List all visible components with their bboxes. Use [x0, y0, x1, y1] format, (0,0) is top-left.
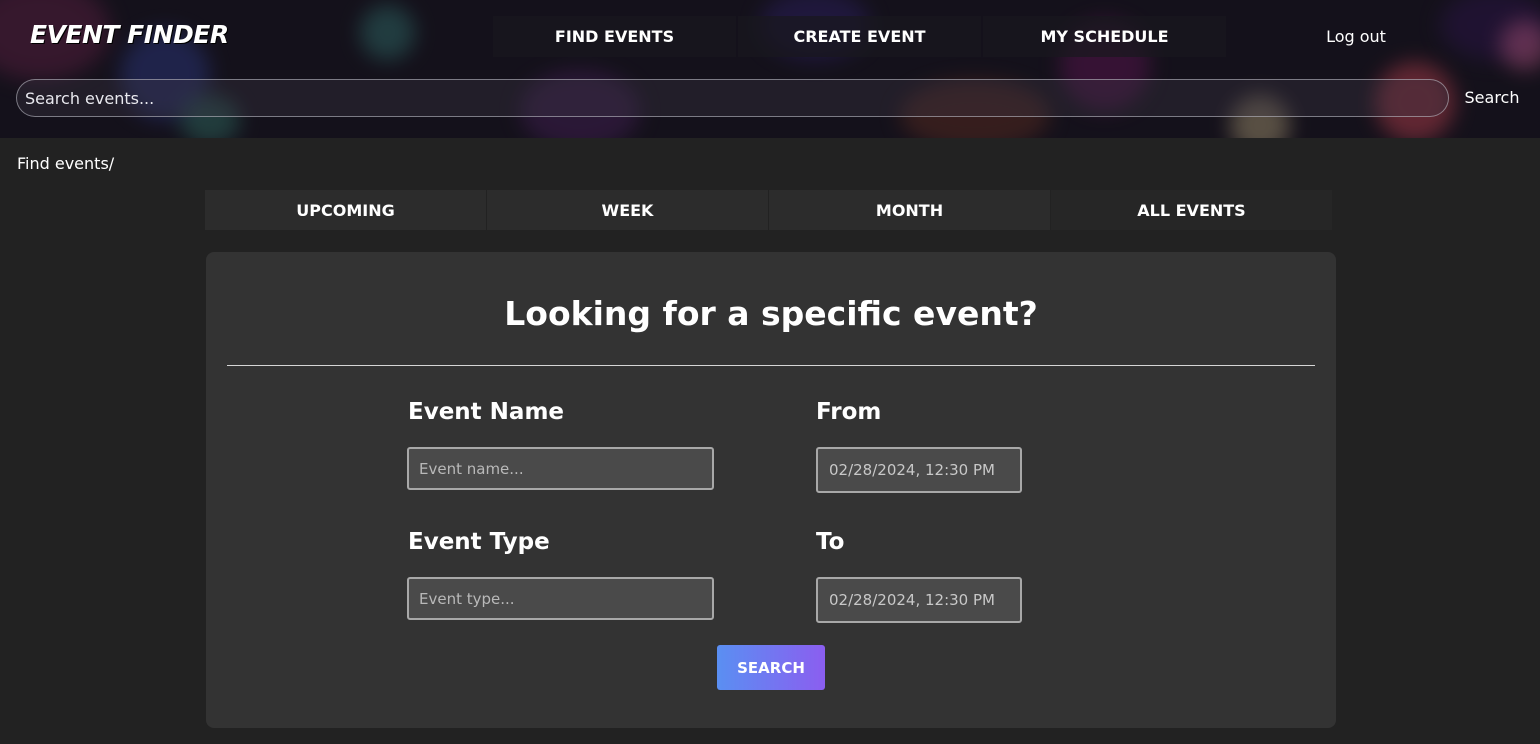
- nav-my-schedule[interactable]: MY SCHEDULE: [983, 16, 1226, 57]
- card-divider: [227, 365, 1315, 366]
- tab-upcoming[interactable]: UPCOMING: [205, 190, 486, 230]
- logo[interactable]: EVENT FINDER: [30, 20, 229, 49]
- event-type-label: Event Type: [408, 529, 550, 555]
- tab-all-events[interactable]: ALL EVENTS: [1051, 190, 1332, 230]
- card-title: Looking for a specific event?: [504, 294, 1038, 333]
- tab-week[interactable]: WEEK: [487, 190, 768, 230]
- from-datetime-field[interactable]: 02/28/2024, 12:30 PM: [816, 447, 1022, 493]
- search-card: Looking for a specific event? Event Name…: [206, 252, 1336, 728]
- to-label: To: [816, 529, 845, 555]
- nav-find-events[interactable]: FIND EVENTS: [493, 16, 736, 57]
- to-datetime-field[interactable]: 02/28/2024, 12:30 PM: [816, 577, 1022, 623]
- nav-create-event[interactable]: CREATE EVENT: [738, 16, 981, 57]
- tab-month[interactable]: MONTH: [769, 190, 1050, 230]
- event-type-field[interactable]: [407, 577, 714, 620]
- logout-link[interactable]: Log out: [1243, 16, 1469, 57]
- main-nav: FIND EVENTS CREATE EVENT MY SCHEDULE: [493, 16, 1228, 57]
- search-submit-button[interactable]: SEARCH: [717, 645, 825, 690]
- search-button[interactable]: Search: [1458, 85, 1526, 109]
- header: EVENT FINDER FIND EVENTS CREATE EVENT MY…: [0, 0, 1540, 138]
- event-name-field[interactable]: [407, 447, 714, 490]
- event-name-label: Event Name: [408, 399, 565, 425]
- from-label: From: [816, 399, 882, 425]
- time-filter-tabs: UPCOMING WEEK MONTH ALL EVENTS: [205, 190, 1333, 230]
- search-input[interactable]: [16, 79, 1449, 117]
- breadcrumb[interactable]: Find events/: [17, 154, 114, 173]
